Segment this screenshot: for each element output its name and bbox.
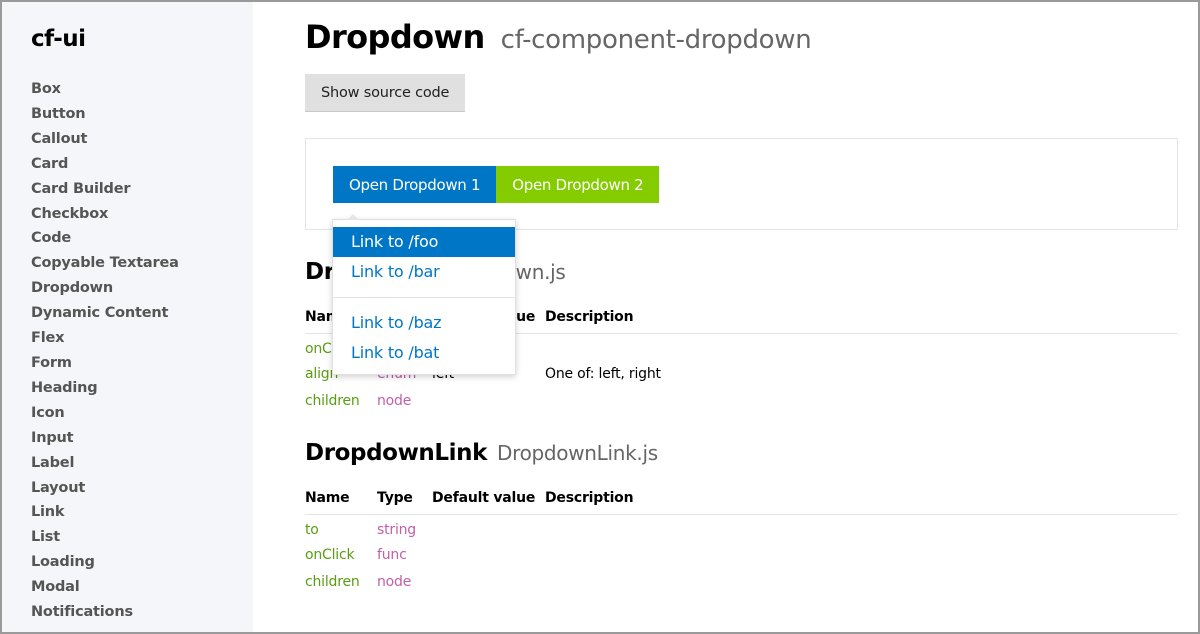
menu-item-link-foo[interactable]: Link to /foo (333, 227, 515, 257)
dropdown-button-group: Open Dropdown 1 Open Dropdown 2 (333, 166, 660, 203)
table-row: onClick func (305, 541, 1178, 568)
prop-default (432, 514, 545, 541)
sidebar-item-modal[interactable]: Modal (31, 575, 253, 600)
sidebar-item-checkbox[interactable]: Checkbox (31, 202, 253, 227)
sidebar-item-code[interactable]: Code (31, 226, 253, 251)
prop-description (545, 541, 1178, 568)
sidebar-item-input[interactable]: Input (31, 426, 253, 451)
dropdown-menu: Link to /foo Link to /bar Link to /baz L… (332, 214, 516, 375)
prop-type: string (377, 521, 416, 538)
menu-item-link-baz[interactable]: Link to /baz (333, 308, 515, 338)
sidebar-item-dropdown[interactable]: Dropdown (31, 276, 253, 301)
menu-divider (333, 297, 515, 298)
menu-item-link-bar[interactable]: Link to /bar (333, 257, 515, 287)
sidebar-item-box[interactable]: Box (31, 77, 253, 102)
sidebar-item-callout[interactable]: Callout (31, 127, 253, 152)
sidebar-item-link[interactable]: Link (31, 500, 253, 525)
sidebar-item-dynamic-content[interactable]: Dynamic Content (31, 301, 253, 326)
section-heading: DropdownLink DropdownLink.js (305, 440, 1178, 466)
sidebar-nav: Box Button Callout Card Card Builder Che… (31, 77, 253, 625)
logo[interactable]: cf-ui (31, 26, 253, 52)
column-header-description: Description (545, 489, 1178, 515)
sidebar-item-heading[interactable]: Heading (31, 376, 253, 401)
page-title: Dropdown (305, 18, 485, 56)
sidebar-item-copyable-textarea[interactable]: Copyable Textarea (31, 251, 253, 276)
open-dropdown-2-button[interactable]: Open Dropdown 2 (496, 166, 660, 203)
prop-name: onClick (305, 546, 355, 563)
prop-description (545, 334, 1178, 361)
props-table: Name Type Default value Description to s… (305, 489, 1178, 596)
prop-name: children (305, 573, 360, 590)
prop-type: node (377, 573, 412, 590)
page-subtitle: cf-component-dropdown (500, 25, 812, 55)
section-dropdownlink: DropdownLink DropdownLink.js Name Type D… (305, 440, 1178, 596)
section-title: DropdownLink (305, 439, 487, 466)
column-header-description: Description (545, 309, 1178, 334)
table-row: children node (305, 388, 1178, 415)
prop-description: One of: left, right (545, 366, 661, 382)
sidebar-item-label[interactable]: Label (31, 451, 253, 476)
menu-item-link-bat[interactable]: Link to /bat (333, 338, 515, 368)
prop-name: to (305, 521, 319, 538)
table-row: to string (305, 514, 1178, 541)
sidebar-item-form[interactable]: Form (31, 351, 253, 376)
sidebar-item-button[interactable]: Button (31, 102, 253, 127)
table-header-row: Name Type Default value Description (305, 489, 1178, 515)
prop-type: func (377, 546, 407, 563)
prop-description (545, 568, 1178, 595)
prop-description (545, 514, 1178, 541)
sidebar-item-list[interactable]: List (31, 525, 253, 550)
prop-default (432, 541, 545, 568)
sidebar-item-icon[interactable]: Icon (31, 401, 253, 426)
prop-type: node (377, 393, 412, 409)
sidebar: cf-ui Box Button Callout Card Card Build… (0, 0, 253, 634)
prop-description (545, 388, 1178, 415)
table-row: children node (305, 568, 1178, 595)
section-file: DropdownLink.js (497, 440, 658, 465)
open-dropdown-1-button[interactable]: Open Dropdown 1 (333, 166, 497, 203)
demo-box: Open Dropdown 1 Open Dropdown 2 (305, 138, 1178, 230)
show-source-code-button[interactable]: Show source code (305, 74, 466, 112)
sidebar-item-layout[interactable]: Layout (31, 476, 253, 501)
sidebar-item-flex[interactable]: Flex (31, 326, 253, 351)
column-header-default: Default value (432, 489, 545, 515)
sidebar-item-card[interactable]: Card (31, 152, 253, 177)
sidebar-item-card-builder[interactable]: Card Builder (31, 177, 253, 202)
prop-default (432, 388, 545, 415)
sidebar-item-notifications[interactable]: Notifications (31, 600, 253, 625)
sidebar-item-loading[interactable]: Loading (31, 550, 253, 575)
prop-name: children (305, 393, 360, 409)
column-header-type: Type (377, 489, 432, 515)
prop-default (432, 568, 545, 595)
page-header: Dropdown cf-component-dropdown (305, 18, 1178, 56)
column-header-name: Name (305, 489, 377, 515)
